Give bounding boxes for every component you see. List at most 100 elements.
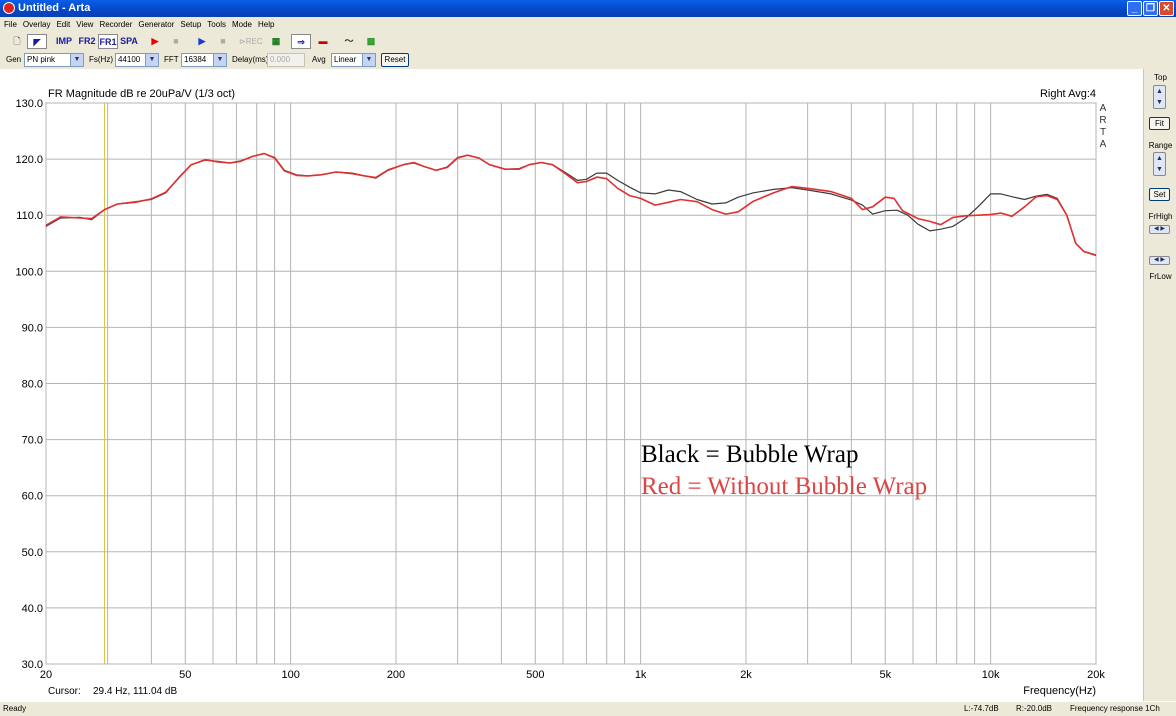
arta-watermark: ARTA xyxy=(1099,103,1106,150)
x-tick-label: 50 xyxy=(179,669,191,681)
menu-generator[interactable]: Generator xyxy=(135,17,177,32)
fit-button[interactable]: Fit xyxy=(1149,117,1170,130)
x-tick-label: 100 xyxy=(281,669,299,681)
x-tick-label: 200 xyxy=(387,669,405,681)
plot-header-left: FR Magnitude dB re 20uPa/V (1/3 oct) xyxy=(48,88,235,100)
spectrum-icon[interactable]: ▩ xyxy=(361,34,381,49)
frlow-spinner[interactable]: ◀ ▶ xyxy=(1149,256,1170,265)
y-tick-labels: 30.040.050.060.070.080.090.0100.0110.012… xyxy=(15,98,43,671)
fr1-mode-button[interactable]: FR1 xyxy=(98,34,118,49)
color-bar-icon[interactable]: ▬ xyxy=(313,34,333,49)
rec-icon[interactable]: ⊳REC xyxy=(239,34,263,49)
menu-overlay[interactable]: Overlay xyxy=(20,17,54,32)
imp-mode-button[interactable]: IMP xyxy=(52,34,76,49)
chevron-down-icon: ▼ xyxy=(213,54,226,66)
frhigh-spinner[interactable]: ◀ ▶ xyxy=(1149,225,1170,234)
grid xyxy=(45,102,1097,665)
averaging-value: Linear xyxy=(334,55,357,64)
record-icon[interactable]: ▶ xyxy=(145,34,165,49)
y-tick-label: 80.0 xyxy=(22,379,43,391)
sample-rate-select[interactable]: 44100 ▼ xyxy=(115,53,159,67)
menu-mode[interactable]: Mode xyxy=(229,17,255,32)
app-icon xyxy=(3,2,15,14)
y-tick-label: 70.0 xyxy=(22,435,43,447)
chevron-down-icon: ▼ xyxy=(362,54,375,66)
stop-gray-icon[interactable]: ■ xyxy=(213,34,233,49)
y-tick-label: 60.0 xyxy=(22,491,43,503)
right-control-panel: Top ▲ ▼ Fit Range ▲ ▼ Set FrHigh ◀ ▶ FrLow… xyxy=(1143,69,1176,701)
menu-view[interactable]: View xyxy=(73,17,96,32)
menu-tools[interactable]: Tools xyxy=(204,17,229,32)
delay-input[interactable]: 0.000 xyxy=(267,53,305,67)
window-title: Untitled - Arta xyxy=(18,2,91,14)
range-spinner[interactable]: ▲ ▼ xyxy=(1153,152,1166,176)
overlay-icon[interactable]: ⇒ xyxy=(291,34,311,49)
minimize-button[interactable]: _ xyxy=(1127,1,1142,16)
plot-header-right: Right Avg:4 xyxy=(1040,88,1096,100)
x-axis-label: Frequency(Hz) xyxy=(1023,685,1096,697)
menu-edit[interactable]: Edit xyxy=(53,17,73,32)
x-tick-label: 20 xyxy=(40,669,52,681)
menu-recorder[interactable]: Recorder xyxy=(96,17,135,32)
y-tick-label: 100.0 xyxy=(15,266,43,278)
fft-size-select[interactable]: 16384 ▼ xyxy=(181,53,227,67)
fft-size-value: 16384 xyxy=(184,55,207,64)
plot-area[interactable]: 30.0 40.0 50.0 60.0 70.0 80.0 90.0 100.0 110.0 12… xyxy=(0,69,1143,701)
spa-mode-button[interactable]: SPA xyxy=(118,34,140,49)
status-mode: Frequency response 1Ch xyxy=(1070,704,1160,713)
generator-bar: Gen PN pink ▼ Fs(Hz) 44100 ▼ FFT 16384 ▼ De… xyxy=(0,51,1176,70)
waveform-icon[interactable]: 〜 xyxy=(339,34,359,49)
averaging-select[interactable]: Linear ▼ xyxy=(331,53,376,67)
y-tick-label: 130.0 xyxy=(15,98,43,110)
x-tick-label: 10k xyxy=(982,669,1000,681)
main-toolbar: 🗋 ◤ IMP FR2 FR1 SPA ▶ ■ ▶ ■ ⊳REC ▦ ⇒ ▬ 〜… xyxy=(0,32,1176,52)
series-group xyxy=(45,152,1097,257)
y-tick-label: 50.0 xyxy=(22,547,43,559)
set-button[interactable]: Set xyxy=(1149,188,1170,201)
x-tick-label: 20k xyxy=(1087,669,1105,681)
menu-help[interactable]: Help xyxy=(255,17,277,32)
frequency-response-chart[interactable]: 30.040.050.060.070.080.090.0100.0110.012… xyxy=(0,69,1143,701)
menu-bar: File Overlay Edit View Recorder Generator Setu… xyxy=(0,17,1176,33)
y-tick-label: 90.0 xyxy=(22,322,43,334)
new-file-icon[interactable]: 🗋 xyxy=(7,34,27,49)
status-ready: Ready xyxy=(3,704,27,713)
fr2-mode-button[interactable]: FR2 xyxy=(76,34,98,49)
annotation-red: Red = Without Bubble Wrap xyxy=(641,473,927,500)
annotation-black: Black = Bubble Wrap xyxy=(641,441,858,468)
gen-label: Gen xyxy=(6,55,22,64)
play-icon[interactable]: ▶ xyxy=(192,34,212,49)
status-bar: Ready L:-74.7dB R:-20.0dB Frequency resp… xyxy=(0,701,1176,716)
close-button[interactable]: ✕ xyxy=(1159,1,1174,16)
fs-label: Fs(Hz) xyxy=(89,55,113,64)
stop-icon[interactable]: ■ xyxy=(166,34,186,49)
top-label: Top xyxy=(1154,73,1167,82)
sample-rate-value: 44100 xyxy=(118,55,141,64)
generator-select[interactable]: PN pink ▼ xyxy=(24,53,84,67)
left-level: L:-74.7dB xyxy=(964,704,999,713)
range-label: Range xyxy=(1148,141,1173,150)
pointer-icon[interactable]: ◤ xyxy=(27,34,47,49)
chevron-down-icon: ▼ xyxy=(70,54,83,66)
top-spinner[interactable]: ▲ ▼ xyxy=(1153,85,1166,109)
frlow-label: FrLow xyxy=(1149,272,1172,281)
y-tick-label: 40.0 xyxy=(22,603,43,615)
x-tick-labels: 20 50 100 200 500 1k 2k 5k 10k 20k xyxy=(40,669,1105,681)
y-tick-label: 120.0 xyxy=(15,154,43,166)
maximize-button[interactable]: ❐ xyxy=(1143,1,1158,16)
title-bar: Untitled - Arta _ ❐ ✕ xyxy=(0,0,1176,17)
cursor-label: Cursor: xyxy=(48,686,81,697)
y-tick-label: 110.0 xyxy=(16,210,43,222)
x-tick-label: 500 xyxy=(526,669,544,681)
grid-icon[interactable]: ▦ xyxy=(266,34,286,49)
x-tick-label: 2k xyxy=(740,669,752,681)
menu-setup[interactable]: Setup xyxy=(177,17,204,32)
generator-value: PN pink xyxy=(27,55,56,64)
delay-label: Delay(ms) xyxy=(232,55,269,64)
menu-file[interactable]: File xyxy=(0,17,20,32)
delay-value: 0.000 xyxy=(270,55,291,64)
chevron-down-icon: ▼ xyxy=(145,54,158,66)
avg-label: Avg xyxy=(312,55,326,64)
cursor-readout: 29.4 Hz, 111.04 dB xyxy=(93,686,177,697)
reset-button[interactable]: Reset xyxy=(381,53,409,67)
